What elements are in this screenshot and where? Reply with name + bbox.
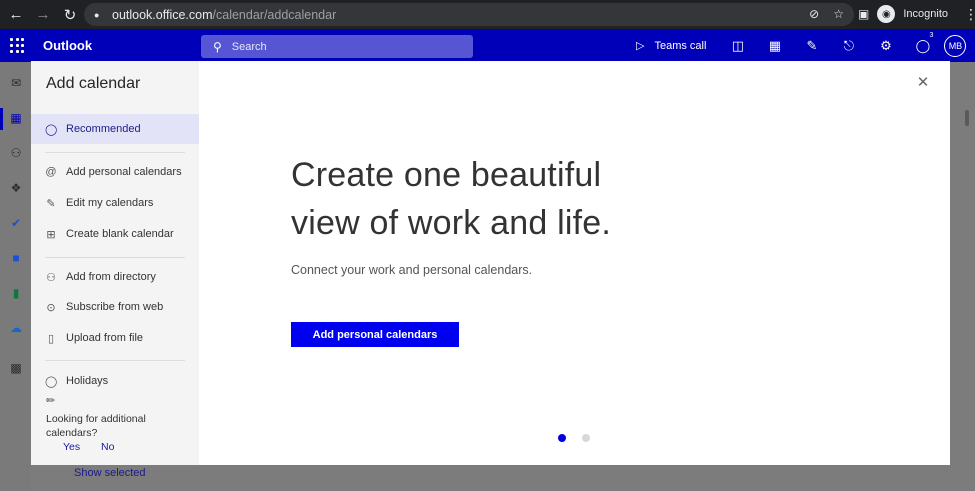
carousel-dot-2[interactable] (582, 434, 590, 442)
at-sign-icon: @ (45, 166, 57, 178)
nav-divider (45, 257, 185, 258)
todo-check-icon[interactable]: ✔ (9, 216, 23, 230)
dialog-title: Add calendar (46, 75, 141, 92)
lightbulb-icon[interactable]: ◯ 3 (904, 32, 941, 54)
calendar-icon[interactable]: ▦ (9, 111, 23, 125)
app-rail: ✉ ▦ ⚇ ❖ ✔ ■ ▮ ☁ ▩ (0, 62, 30, 491)
nav-item-label: Edit my calendars (66, 197, 154, 209)
eye-off-icon[interactable]: ⊘ (809, 7, 819, 21)
nav-item-holidays[interactable]: ◯ Holidays (31, 366, 199, 396)
add-calendar-dialog: Add calendar ◯ Recommended @ Add persona… (31, 61, 950, 465)
profile-label: Incognito (903, 8, 948, 20)
nav-item-recommended[interactable]: ◯ Recommended (31, 114, 199, 144)
tips-badge: 3 (929, 31, 934, 39)
hero-heading-line1: Create one beautiful (291, 156, 602, 194)
active-indicator (0, 108, 3, 130)
gear-icon[interactable]: ⚙ (867, 38, 904, 54)
show-selected-link: Show selected (74, 467, 146, 479)
close-icon[interactable]: ✕ (915, 75, 931, 91)
star-icon[interactable]: ☆ (833, 7, 844, 21)
avatar[interactable]: MB (944, 34, 967, 57)
reload-icon[interactable]: ↻ (59, 4, 81, 26)
feedback-yes-link[interactable]: Yes (63, 441, 80, 453)
feedback-no-link[interactable]: No (101, 441, 114, 453)
edit-calendar-icon: ✎ (46, 197, 56, 210)
my-day-icon[interactable]: ✎ (793, 38, 830, 54)
nav-item-add-directory[interactable]: ⚇ Add from directory (31, 262, 199, 292)
more-apps-icon[interactable]: ▩ (9, 361, 23, 375)
teams-call-button[interactable]: ▷ Teams call (636, 39, 707, 53)
nav-item-create-blank[interactable]: ⊞ Create blank calendar (31, 219, 199, 249)
nav-divider (45, 152, 185, 153)
add-personal-calendars-button[interactable]: Add personal calendars (291, 322, 459, 347)
feedback-question: Looking for additional calendars? (46, 413, 146, 439)
teams-call-label: Teams call (654, 39, 707, 52)
search-box[interactable]: ⚲ Search (201, 35, 473, 58)
outlook-header: Outlook ⚲ Search ▷ Teams call ◫ ▦ ✎ ⎋ ⚙ … (0, 29, 975, 62)
search-icon: ⚲ (213, 39, 222, 54)
url-host: outlook.office.com (112, 7, 213, 22)
incognito-icon[interactable]: ◉ (877, 5, 896, 23)
scrollbar[interactable] (965, 110, 969, 126)
bookings-icon[interactable]: ▮ (9, 286, 23, 300)
video-camera-icon: ▷ (636, 40, 645, 52)
onedrive-icon[interactable]: ☁ (9, 321, 23, 335)
app-launcher-icon[interactable] (10, 37, 26, 54)
people-icon[interactable]: ⚇ (9, 146, 23, 160)
nav-item-label: Add from directory (66, 271, 156, 283)
nav-item-upload-file[interactable]: ▯ Upload from file (31, 323, 199, 353)
feedback-icon: ✏ (46, 395, 56, 407)
hero-heading-line2: view of work and life. (291, 204, 611, 242)
search-placeholder: Search (231, 40, 267, 53)
brand-title[interactable]: Outlook (43, 38, 92, 53)
attachment-icon[interactable]: ❖ (9, 181, 23, 195)
link-icon: ⊙ (46, 301, 56, 314)
nav-item-label: Subscribe from web (66, 301, 164, 313)
people-search-icon: ⚇ (46, 271, 56, 284)
nav-item-label: Upload from file (66, 332, 144, 344)
chat-icon[interactable]: ◫ (719, 38, 756, 54)
hero-subtitle: Connect your work and personal calendars… (291, 263, 533, 277)
globe-icon: ◯ (45, 375, 58, 388)
nav-divider (45, 360, 185, 361)
browser-toolbar: ← → ↻ ● outlook.office.com/calendar/addc… (0, 0, 975, 29)
document-icon: ▯ (47, 332, 55, 345)
bell-icon[interactable]: ⎋ (830, 38, 867, 54)
url-path: /calendar/addcalendar (212, 7, 337, 22)
kebab-menu-icon[interactable]: ⋮ (964, 6, 975, 23)
nav-item-edit-calendars[interactable]: ✎ Edit my calendars (31, 188, 199, 218)
calendar-add-icon: ⊞ (46, 228, 56, 241)
carousel-dot-1[interactable] (558, 434, 566, 442)
dialog-nav: Add calendar ◯ Recommended @ Add persona… (31, 61, 199, 465)
viva-icon[interactable]: ■ (9, 251, 23, 265)
office-icon[interactable]: ▦ (756, 38, 793, 54)
dialog-content: ✕ Create one beautiful view of work and … (199, 61, 950, 465)
nav-item-label: Holidays (66, 375, 109, 387)
nav-item-label: Recommended (66, 123, 141, 135)
lightbulb-icon: ◯ (45, 123, 58, 136)
address-bar[interactable]: ● outlook.office.com/calendar/addcalenda… (84, 3, 854, 26)
nav-item-subscribe-web[interactable]: ⊙ Subscribe from web (31, 292, 199, 322)
nav-item-label: Create blank calendar (66, 228, 174, 240)
sidebar-icon[interactable]: ▣ (858, 7, 869, 21)
nav-item-add-personal[interactable]: @ Add personal calendars (31, 157, 199, 187)
mail-icon[interactable]: ✉ (9, 76, 23, 90)
nav-item-label: Add personal calendars (66, 166, 182, 178)
forward-arrow-icon[interactable]: → (32, 4, 54, 26)
lock-icon: ● (94, 9, 100, 20)
back-arrow-icon[interactable]: ← (5, 4, 27, 26)
